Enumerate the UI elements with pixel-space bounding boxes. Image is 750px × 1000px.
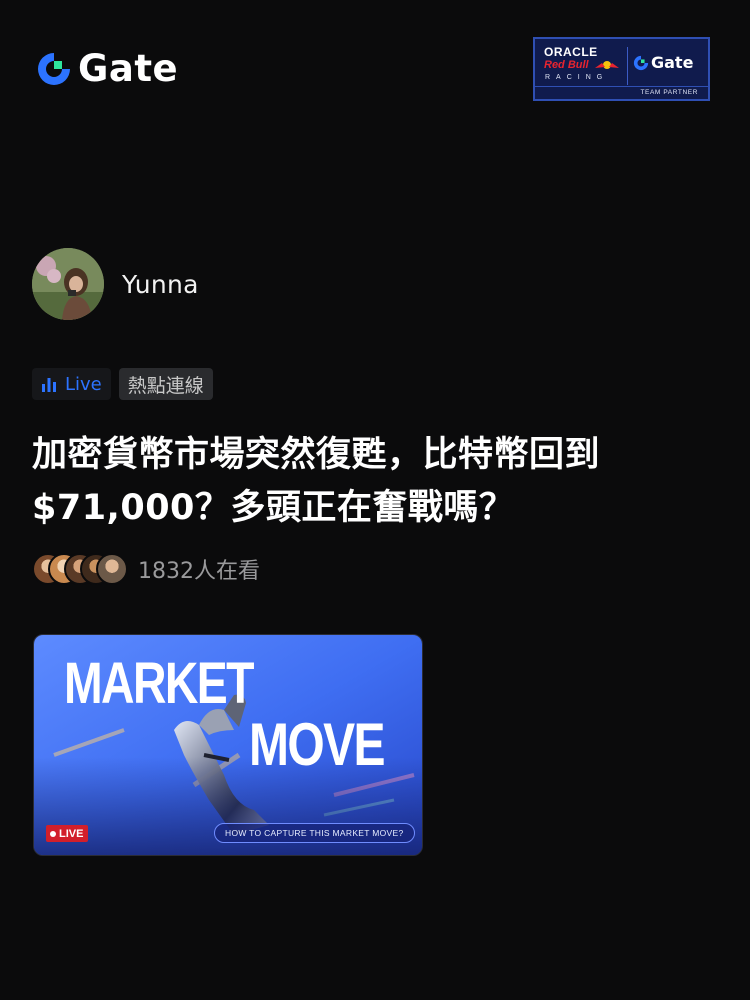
- viewer-count: 1832人在看: [138, 559, 260, 584]
- gate-logo[interactable]: Gate: [36, 50, 178, 87]
- red-bull-icon: [595, 61, 619, 69]
- viewer-avatar: [96, 553, 128, 585]
- live-tag-label: Live: [65, 373, 102, 395]
- logo-text: Gate: [78, 47, 179, 90]
- thumbnail-caption: HOW TO CAPTURE THIS MARKET MOVE?: [214, 823, 415, 843]
- gate-logo-icon: [633, 55, 649, 70]
- live-tag[interactable]: Live: [32, 368, 111, 400]
- live-badge: LIVE: [46, 825, 89, 842]
- author-name[interactable]: Yunna: [122, 270, 199, 299]
- gate-logo-icon: [38, 52, 70, 85]
- avatar-illustration: [32, 248, 104, 320]
- partner-gate-logo: Gate: [633, 53, 693, 72]
- post-tags: Live 熱點連線: [32, 368, 213, 400]
- partner-oracle-text: ORACLE: [544, 45, 598, 59]
- topic-tag[interactable]: 熱點連線: [118, 368, 213, 400]
- live-badge-label: LIVE: [59, 827, 84, 840]
- bar-chart-icon: [42, 378, 56, 392]
- partner-gate-text: Gate: [651, 53, 694, 72]
- live-stream-thumbnail[interactable]: MARKET MOVE LIVE HOW TO CAPTURE THIS MAR…: [33, 634, 423, 856]
- team-partner-banner[interactable]: ORACLE Red Bull RACING Gate TEAM PARTNER: [533, 37, 710, 101]
- thumbnail-headline-line1: MARKET: [64, 651, 254, 716]
- thumbnail-headline-line2: MOVE: [249, 711, 386, 778]
- partner-redbull-text: Red Bull: [544, 59, 589, 71]
- user-avatar[interactable]: [32, 248, 104, 320]
- live-dot-icon: [50, 830, 56, 837]
- partner-divider: [627, 47, 628, 85]
- viewer-avatars: [32, 553, 128, 585]
- partner-racing-text: RACING: [545, 74, 609, 81]
- post-title[interactable]: 加密貨幣市場突然復甦，比特幣回到 $71,000？多頭正在奮戰嗎？: [32, 429, 712, 535]
- author-row[interactable]: Yunna: [32, 248, 199, 320]
- viewers-row: 1832人在看: [32, 553, 260, 585]
- partner-footer-text: TEAM PARTNER: [535, 86, 708, 99]
